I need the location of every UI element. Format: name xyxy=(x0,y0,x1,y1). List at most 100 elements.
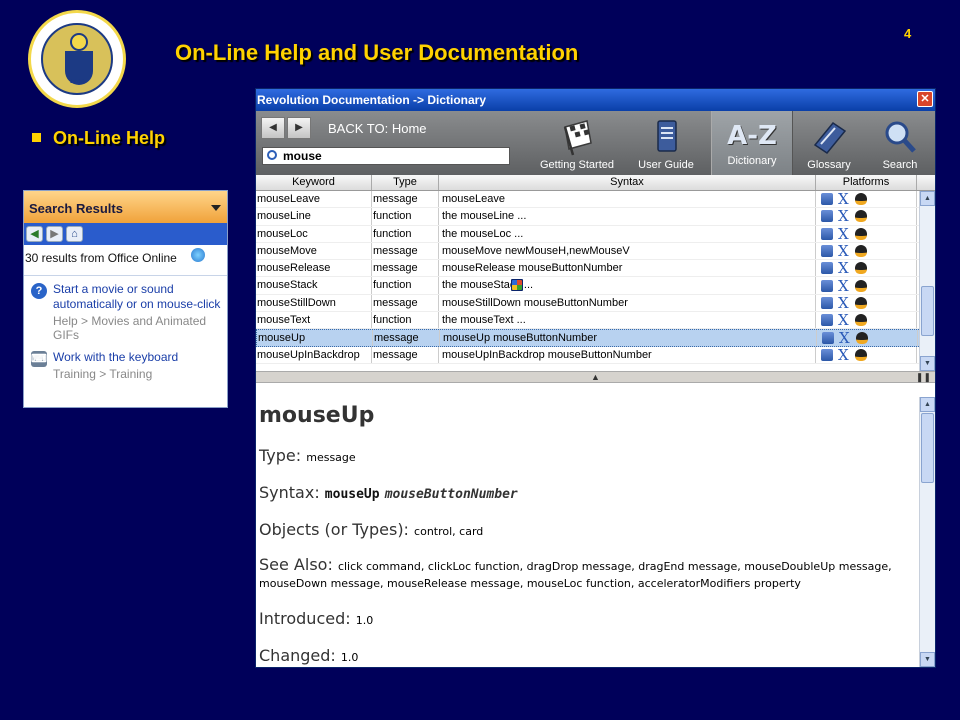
splitter-grip-icon[interactable]: ❚❚ xyxy=(916,372,931,382)
cell-keyword: mouseLoc xyxy=(256,225,372,242)
tab-dictionary[interactable]: A-Z Dictionary xyxy=(711,111,793,175)
bullet-square-icon xyxy=(32,132,41,142)
cell-syntax: mouseMove newMouseH,newMouseV xyxy=(439,242,816,260)
cell-type: message xyxy=(372,260,439,277)
cell-type: function xyxy=(372,225,439,242)
window-titlebar[interactable]: Revolution Documentation -> Dictionary ✕ xyxy=(256,89,935,111)
window-title: Revolution Documentation -> Dictionary xyxy=(257,93,487,107)
mac-os-icon xyxy=(821,314,833,327)
mac-os-icon xyxy=(821,296,833,309)
table-row[interactable]: mouseMove message mouseMove newMouseH,newM… xyxy=(256,242,935,291)
scroll-up-icon[interactable]: ▲ xyxy=(920,397,935,412)
cell-keyword: mouseStack xyxy=(256,277,372,294)
search-results-header[interactable]: Search Results xyxy=(24,191,227,223)
search-results-nav: ◀ ▶ ⌂ xyxy=(24,223,227,245)
introduced-value: 1.0 xyxy=(355,614,374,627)
mac-os-icon xyxy=(822,332,834,345)
detail-scrollbar[interactable]: ▲ ▼ xyxy=(919,397,935,667)
cell-platforms: X xyxy=(511,242,917,291)
search-results-title: Search Results xyxy=(29,201,123,216)
cell-syntax: mouseStillDown mouseButtonNumber xyxy=(439,294,816,312)
cell-type: message xyxy=(372,294,439,312)
results-count: 30 results from Office Online xyxy=(24,245,227,275)
cell-keyword: mouseText xyxy=(256,312,372,329)
mac-os-icon xyxy=(821,193,833,206)
search-input[interactable]: mouse xyxy=(262,147,510,165)
table-row[interactable]: mouseLine function the mouseLine ... X xyxy=(256,208,935,291)
table-row[interactable]: mouseUp message mouseUp mouseButtonNumber X xyxy=(256,279,935,347)
see-also-label: See Also: xyxy=(259,555,333,574)
column-platforms[interactable]: Platforms xyxy=(816,175,917,190)
cell-platforms: X xyxy=(511,208,917,291)
column-syntax[interactable]: Syntax xyxy=(439,175,816,190)
tab-getting-started[interactable]: Getting Started xyxy=(532,111,622,175)
cell-syntax: mouseUpInBackdrop mouseButtonNumber xyxy=(439,346,816,363)
mac-os-icon xyxy=(821,210,833,223)
cell-type: function xyxy=(372,312,439,329)
scroll-up-icon[interactable]: ▲ xyxy=(920,191,935,206)
results-count-text: 30 results from Office Online xyxy=(25,251,177,265)
cell-type: message xyxy=(372,242,439,260)
x-window-icon: X xyxy=(838,277,849,294)
table-row[interactable]: mouseStillDown message mouseStillDown mous… xyxy=(256,279,935,313)
column-type[interactable]: Type xyxy=(372,175,439,190)
result-link[interactable]: Start a movie or sound automatically or … xyxy=(53,282,223,312)
type-label: Type: xyxy=(259,446,302,465)
back-icon[interactable]: ◀ xyxy=(26,226,43,242)
cell-syntax: the mouseStack ... xyxy=(439,277,816,294)
x-window-icon: X xyxy=(838,312,849,329)
linux-icon xyxy=(855,193,867,206)
close-icon[interactable]: ✕ xyxy=(917,91,933,107)
table-row[interactable]: mouseStack function the mouseStack ... X xyxy=(256,277,935,295)
back-to-home-link[interactable]: BACK TO: Home xyxy=(328,121,427,136)
tab-glossary[interactable]: Glossary xyxy=(796,111,862,175)
table-row[interactable]: mouseUpInBackdrop message mouseUpInBackdro… xyxy=(256,279,935,364)
tab-label: Glossary xyxy=(807,159,851,171)
forward-button[interactable]: ▶ xyxy=(287,117,311,139)
table-row[interactable]: mouseRelease message mouseRelease mouseBut… xyxy=(256,260,935,291)
tab-search[interactable]: Search xyxy=(872,111,928,175)
back-button[interactable]: ◀ xyxy=(261,117,285,139)
result-path: Help > Movies and Animated GIFs xyxy=(53,314,207,342)
cell-platforms: X xyxy=(511,279,917,329)
home-icon[interactable]: ⌂ xyxy=(66,226,83,242)
page-number: 4 xyxy=(904,26,912,41)
linux-icon xyxy=(856,332,868,345)
scroll-thumb[interactable] xyxy=(921,286,934,336)
result-item[interactable]: ⌨ Work with the keyboard Training > Trai… xyxy=(24,350,227,389)
search-icon xyxy=(267,150,277,160)
flag-icon xyxy=(563,120,592,156)
scroll-down-icon[interactable]: ▼ xyxy=(920,356,935,371)
table-row[interactable]: mouseLeave message mouseLeave X xyxy=(256,191,935,291)
forward-icon[interactable]: ▶ xyxy=(46,226,63,242)
dropdown-arrow-icon[interactable] xyxy=(211,205,221,211)
table-row[interactable]: mouseLoc function the mouseLoc ... X xyxy=(256,225,935,291)
result-item[interactable]: ? Start a movie or sound automatically o… xyxy=(24,282,227,350)
toolbar: ◀ ▶ BACK TO: Home mouse Getting Started xyxy=(256,111,935,175)
table-scrollbar[interactable]: ▲ ▼ xyxy=(919,191,935,371)
table-header: Keyword Type Syntax Platforms xyxy=(256,175,935,191)
syntax-parameter: mouseButtonNumber xyxy=(384,487,518,502)
logo-year: 1743 xyxy=(69,78,85,85)
tab-label: User Guide xyxy=(638,159,694,171)
see-also-value[interactable]: click command, clickLoc function, dragDr… xyxy=(259,560,892,590)
column-keyword[interactable]: Keyword xyxy=(256,175,372,190)
table-row[interactable]: mouseText function the mouseText ... X xyxy=(256,279,935,330)
mac-os-icon xyxy=(821,279,833,292)
scroll-down-icon[interactable]: ▼ xyxy=(920,652,935,667)
tab-user-guide[interactable]: User Guide xyxy=(628,111,704,175)
result-link[interactable]: Work with the keyboard xyxy=(53,350,178,365)
splitter-up-icon[interactable]: ▲ xyxy=(591,372,600,382)
pane-splitter[interactable]: ▲ ❚❚ xyxy=(256,371,935,383)
search-value: mouse xyxy=(283,149,322,163)
changed-value: 1.0 xyxy=(340,651,359,664)
x-window-icon: X xyxy=(838,346,849,363)
detail-syntax: Syntax: mouseUp mouseButtonNumber xyxy=(259,483,915,502)
divider xyxy=(24,275,227,276)
cell-keyword: mouseRelease xyxy=(256,260,372,277)
cell-type: message xyxy=(372,191,439,208)
documentation-window: Revolution Documentation -> Dictionary ✕… xyxy=(255,88,936,668)
scroll-thumb[interactable] xyxy=(921,413,934,483)
introduced-label: Introduced: xyxy=(259,609,351,628)
cell-syntax: the mouseLine ... xyxy=(439,208,816,225)
